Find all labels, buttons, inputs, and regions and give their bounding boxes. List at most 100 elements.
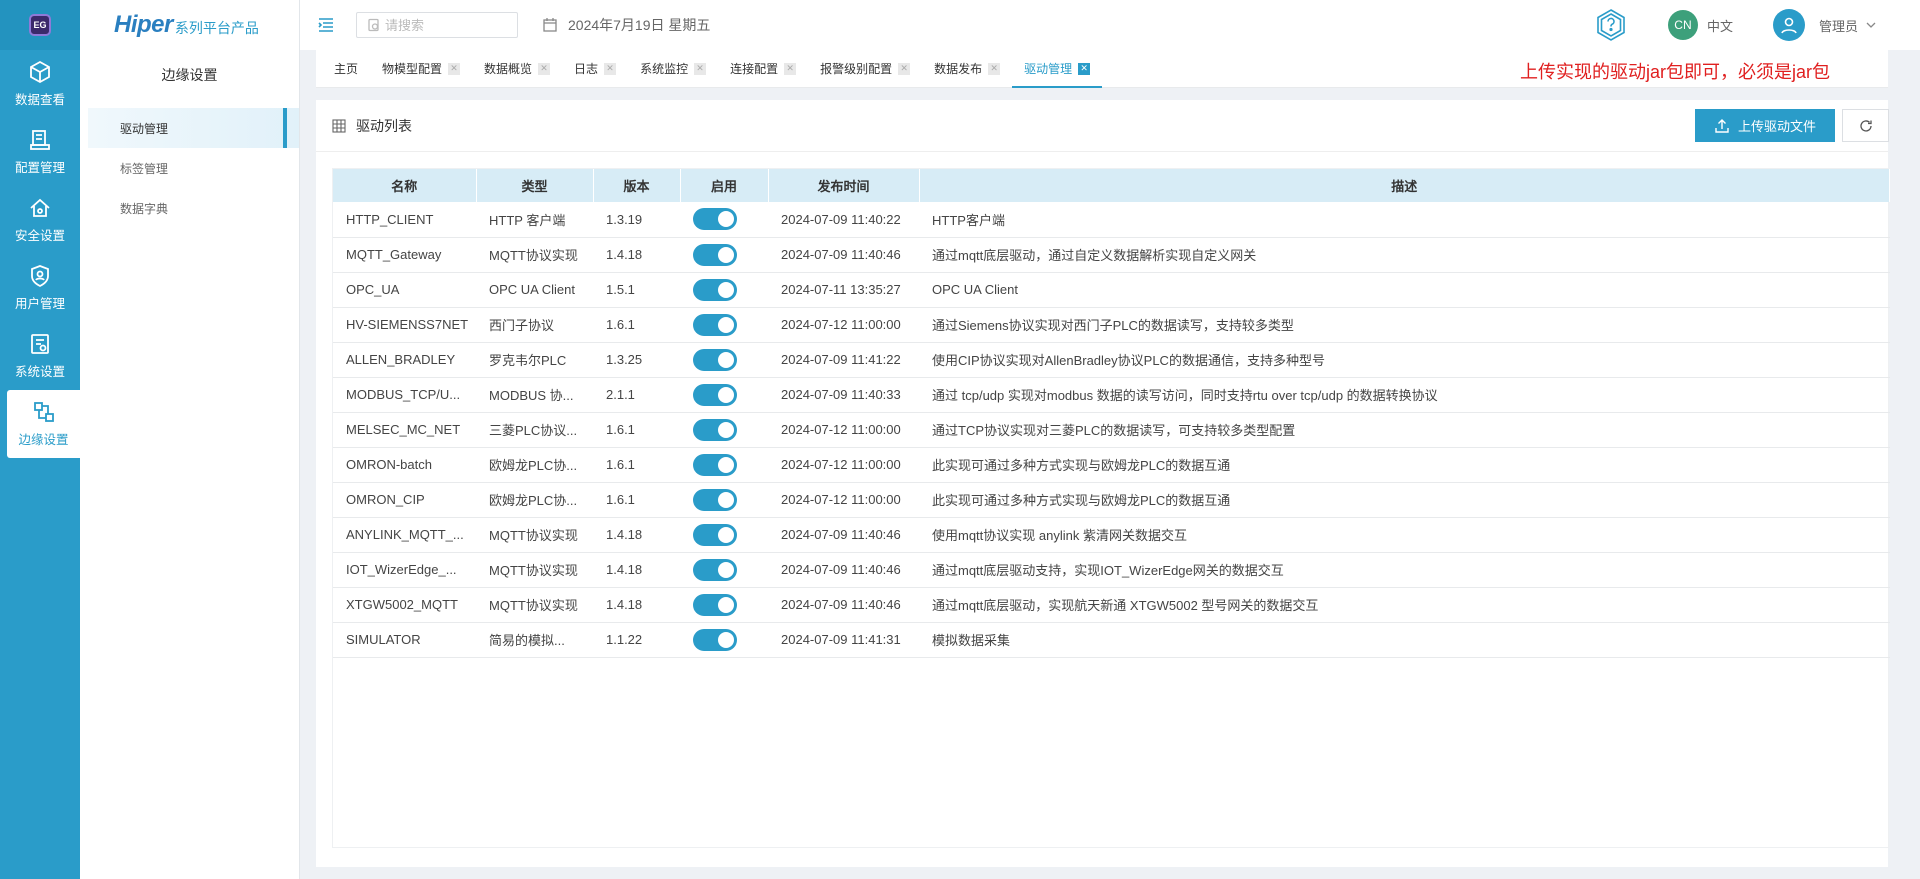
enable-toggle[interactable] <box>693 208 737 231</box>
cell-version: 1.6.1 <box>593 307 680 343</box>
cell-type: 欧姆龙PLC协... <box>476 447 593 483</box>
cell-name: SIMULATOR <box>333 622 476 658</box>
brand-logo[interactable]: Hiper 系列平台产品 <box>80 0 299 50</box>
rail-item-config[interactable]: 配置管理 <box>0 118 80 186</box>
table-row[interactable]: MELSEC_MC_NET 三菱PLC协议... 1.6.1 2024-07-12 1… <box>333 412 1890 448</box>
tab-connection-config[interactable]: 连接配置 ✕ <box>730 50 797 88</box>
tab-alarm-level[interactable]: 报警级别配置 ✕ <box>820 50 911 88</box>
rail-item-security[interactable]: 安全设置 <box>0 186 80 254</box>
help-hexagon-icon[interactable] <box>1594 8 1628 42</box>
cell-type: MQTT协议实现 <box>476 237 593 273</box>
cell-name: MODBUS_TCP/U... <box>333 377 476 413</box>
enable-toggle[interactable] <box>693 558 737 581</box>
cell-version: 1.6.1 <box>593 412 680 448</box>
cell-publish-time: 2024-07-09 11:41:22 <box>768 342 919 378</box>
enable-toggle[interactable] <box>693 523 737 546</box>
rail-item-system[interactable]: 系统设置 <box>0 322 80 390</box>
tab-data-publish[interactable]: 数据发布 ✕ <box>934 50 1001 88</box>
language-badge: CN <box>1667 10 1698 40</box>
security-icon <box>30 198 50 217</box>
tab-label: 物模型配置 <box>382 62 443 76</box>
search-input[interactable] <box>385 17 505 33</box>
enable-toggle[interactable] <box>693 278 737 301</box>
cell-enabled <box>680 307 768 343</box>
close-icon[interactable]: ✕ <box>604 62 617 75</box>
table-row[interactable]: SIMULATOR 简易的模拟... 1.1.22 2024-07-09 11:41:… <box>333 622 1890 658</box>
cell-name: OMRON-batch <box>333 447 476 483</box>
sidebar-item-tag-management[interactable]: 标签管理 <box>88 148 299 188</box>
rail-item-label: 系统设置 <box>14 365 65 379</box>
cell-version: 1.3.25 <box>593 342 680 378</box>
enable-toggle[interactable] <box>693 348 737 371</box>
app-logo[interactable]: EG <box>0 0 80 50</box>
refresh-button[interactable] <box>1842 109 1889 142</box>
user-menu[interactable]: 管理员 <box>1772 9 1876 41</box>
cell-name: ANYLINK_MQTT_... <box>333 517 476 553</box>
cell-type: HTTP 客户端 <box>476 202 593 238</box>
enable-toggle[interactable] <box>693 453 737 476</box>
cell-publish-time: 2024-07-09 11:40:22 <box>768 202 919 238</box>
close-icon[interactable]: ✕ <box>694 62 707 75</box>
rail-item-edge[interactable]: 边缘设置 <box>7 390 80 458</box>
close-icon[interactable]: ✕ <box>898 62 911 75</box>
column-header-version[interactable]: 版本 <box>593 169 681 202</box>
enable-toggle[interactable] <box>693 313 737 336</box>
sidebar-item-data-dictionary[interactable]: 数据字典 <box>88 188 299 228</box>
tab-label: 日志 <box>574 62 599 76</box>
rail-item-label: 用户管理 <box>14 297 65 311</box>
table-row[interactable]: MODBUS_TCP/U... MODBUS 协... 2.1.1 2024-07-0… <box>333 377 1890 413</box>
table-row[interactable]: HTTP_CLIENT HTTP 客户端 1.3.19 2024-07-09 11:4… <box>333 202 1890 238</box>
table-row[interactable]: OMRON_CIP 欧姆龙PLC协... 1.6.1 2024-07-12 11:00… <box>333 482 1890 518</box>
tab-data-overview[interactable]: 数据概览 ✕ <box>484 50 551 88</box>
tab-thing-model[interactable]: 物模型配置 ✕ <box>382 50 461 88</box>
table-row[interactable]: ANYLINK_MQTT_... MQTT协议实现 1.4.18 2024-07-09… <box>333 517 1890 553</box>
enable-toggle[interactable] <box>693 383 737 406</box>
table-row[interactable]: IOT_WizerEdge_... MQTT协议实现 1.4.18 2024-07-0… <box>333 552 1890 588</box>
table-row[interactable]: OMRON-batch 欧姆龙PLC协... 1.6.1 2024-07-12 11:… <box>333 447 1890 483</box>
cell-name: ALLEN_BRADLEY <box>333 342 476 378</box>
tab-driver-management[interactable]: 驱动管理 ✕ <box>1012 50 1103 88</box>
enable-toggle[interactable] <box>693 418 737 441</box>
tab-log[interactable]: 日志 ✕ <box>574 50 617 88</box>
menu-toggle-icon[interactable] <box>318 18 334 32</box>
cell-version: 1.4.18 <box>593 517 680 553</box>
cell-type: OPC UA Client <box>476 272 593 308</box>
table-row[interactable]: XTGW5002_MQTT MQTT协议实现 1.4.18 2024-07-09 11… <box>333 587 1890 623</box>
language-switcher[interactable]: CN 中文 <box>1667 10 1733 40</box>
close-icon[interactable]: ✕ <box>988 62 1001 75</box>
sidebar-item-driver-management[interactable]: 驱动管理 <box>88 108 299 148</box>
cell-publish-time: 2024-07-12 11:00:00 <box>768 447 919 483</box>
enable-toggle[interactable] <box>693 243 737 266</box>
cell-description: 通过TCP协议实现对三菱PLC的数据读写，可支持较多类型配置 <box>919 412 1890 448</box>
enable-toggle[interactable] <box>693 628 737 651</box>
column-header-description[interactable]: 描述 <box>919 169 1890 202</box>
enable-toggle[interactable] <box>693 593 737 616</box>
table-row[interactable]: HV-SIEMENSS7NET 西门子协议 1.6.1 2024-07-12 11:0… <box>333 307 1890 343</box>
date-display: 2024年7月19日 星期五 <box>542 15 710 35</box>
table-row[interactable]: ALLEN_BRADLEY 罗克韦尔PLC 1.3.25 2024-07-09 11:… <box>333 342 1890 378</box>
tab-system-monitor[interactable]: 系统监控 ✕ <box>640 50 707 88</box>
cell-version: 1.6.1 <box>593 447 680 483</box>
cell-description: 此实现可通过多种方式实现与欧姆龙PLC的数据互通 <box>919 447 1890 483</box>
close-icon[interactable]: ✕ <box>1078 62 1091 75</box>
cell-name: OMRON_CIP <box>333 482 476 518</box>
column-header-type[interactable]: 类型 <box>476 169 594 202</box>
close-icon[interactable]: ✕ <box>784 62 797 75</box>
rail-item-data-view[interactable]: 数据查看 <box>0 50 80 118</box>
tab-home[interactable]: 主页 <box>334 50 358 88</box>
upload-driver-button[interactable]: 上传驱动文件 <box>1695 109 1835 142</box>
cell-type: 简易的模拟... <box>476 622 593 658</box>
cell-version: 1.4.18 <box>593 552 680 588</box>
cell-publish-time: 2024-07-12 11:00:00 <box>768 482 919 518</box>
column-header-publish-time[interactable]: 发布时间 <box>768 169 920 202</box>
column-header-enabled[interactable]: 启用 <box>680 169 769 202</box>
table-row[interactable]: MQTT_Gateway MQTT协议实现 1.4.18 2024-07-09 11:… <box>333 237 1890 273</box>
close-icon[interactable]: ✕ <box>538 62 551 75</box>
close-icon[interactable]: ✕ <box>448 62 461 75</box>
table-row[interactable]: OPC_UA OPC UA Client 1.5.1 2024-07-11 13:35… <box>333 272 1890 308</box>
cell-version: 1.3.19 <box>593 202 680 238</box>
enable-toggle[interactable] <box>693 488 737 511</box>
cell-description: 此实现可通过多种方式实现与欧姆龙PLC的数据互通 <box>919 482 1890 518</box>
rail-item-users[interactable]: 用户管理 <box>0 254 80 322</box>
column-header-name[interactable]: 名称 <box>333 169 477 202</box>
